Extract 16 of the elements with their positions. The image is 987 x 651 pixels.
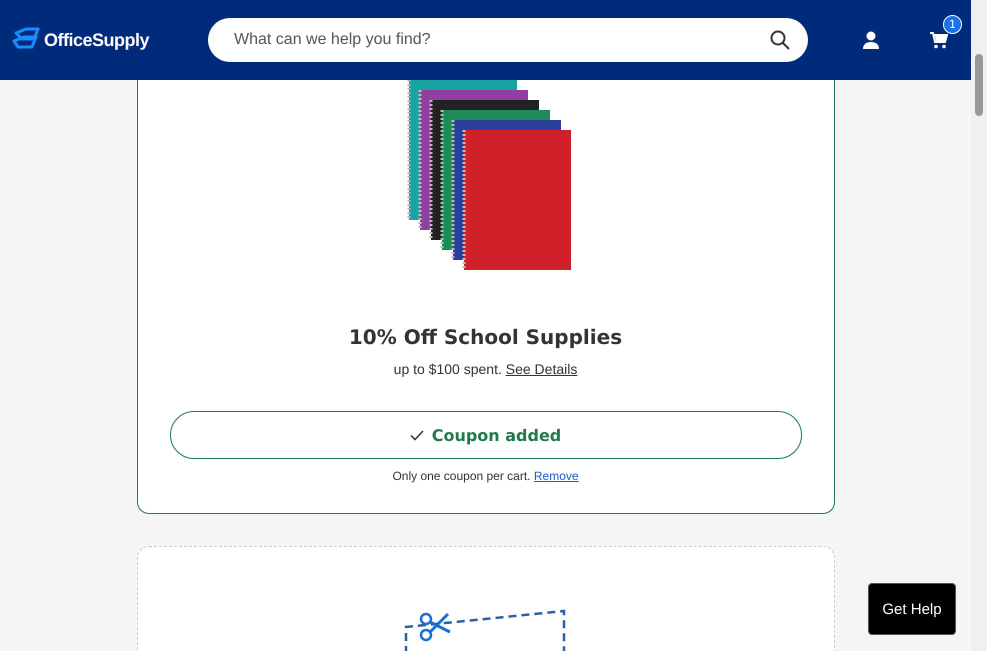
- check-icon: [410, 430, 424, 440]
- get-help-button[interactable]: Get Help: [868, 583, 956, 635]
- account-icon[interactable]: [862, 31, 880, 49]
- coupon-title: 10% Off School Supplies: [348, 325, 622, 349]
- cart-icon[interactable]: [930, 32, 948, 48]
- scrollbar-thumb[interactable]: [975, 54, 983, 116]
- coupon-added-button[interactable]: Coupon added: [170, 411, 802, 459]
- remove-link[interactable]: Remove: [534, 469, 579, 483]
- scrollbar[interactable]: [971, 0, 987, 651]
- search-icon[interactable]: [770, 30, 790, 50]
- see-details-link[interactable]: See Details: [506, 361, 578, 377]
- coupon-terms: up to $100 spent. See Details: [394, 361, 578, 377]
- coupon-note: Only one coupon per cart. Remove: [392, 469, 579, 483]
- site-logo[interactable]: OfficeSupply: [12, 27, 208, 53]
- search-bar[interactable]: What can we help you find?: [208, 18, 808, 62]
- cart-count: 1: [943, 14, 962, 34]
